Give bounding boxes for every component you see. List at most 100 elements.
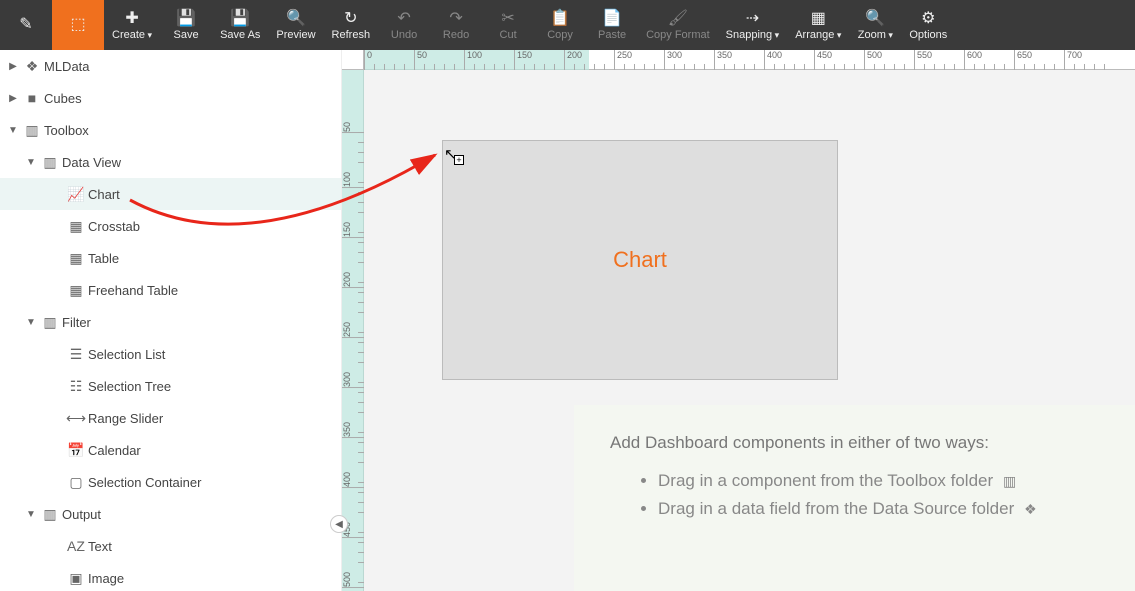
Preview-icon: 🔍 bbox=[286, 9, 306, 27]
toolbar-arrange-button[interactable]: ▦Arrange bbox=[787, 0, 849, 50]
canvas[interactable]: Chart ↖+ Add Dashboard components in eit… bbox=[364, 70, 1135, 591]
datasource-icon: ❖ bbox=[1020, 501, 1036, 517]
tree-item-table[interactable]: ▦Table bbox=[0, 242, 341, 274]
tree-icon: ▥ bbox=[22, 122, 42, 139]
tree-label: Text bbox=[86, 539, 341, 554]
app-icon: ✎ bbox=[19, 15, 32, 33]
tree-item-data-view[interactable]: ▼▥Data View bbox=[0, 146, 341, 178]
toolbar-zoom-button[interactable]: 🔍Zoom bbox=[849, 0, 901, 50]
tree-icon: ▦ bbox=[66, 218, 86, 235]
app-icon: ⬚ bbox=[70, 15, 85, 33]
tree-item-image[interactable]: ▣Image bbox=[0, 562, 341, 591]
tree-icon: ▦ bbox=[66, 250, 86, 267]
Create-icon: ✚ bbox=[125, 9, 138, 27]
tree-item-text[interactable]: AZText bbox=[0, 530, 341, 562]
tree-icon: ▥ bbox=[40, 154, 60, 171]
toolbar-refresh-button[interactable]: ↻Refresh bbox=[324, 0, 379, 50]
tree-icon: ▥ bbox=[40, 314, 60, 331]
tree-item-selection-tree[interactable]: ☷Selection Tree bbox=[0, 370, 341, 402]
tree-item-mldata[interactable]: ▶❖MLData bbox=[0, 50, 341, 82]
caret-icon: ▶ bbox=[4, 93, 22, 104]
tree-label: Selection Container bbox=[86, 475, 341, 490]
ruler-corner bbox=[342, 50, 364, 70]
tree-label: Freehand Table bbox=[86, 283, 341, 298]
Zoom-icon: 🔍 bbox=[865, 9, 885, 27]
Options-icon: ⚙ bbox=[921, 9, 935, 27]
toolbar-undo-button[interactable]: ↶Undo bbox=[378, 0, 430, 50]
tree-label: Chart bbox=[86, 187, 341, 202]
Save As-icon: 💾 bbox=[230, 9, 250, 27]
tree-label: Range Slider bbox=[86, 411, 341, 426]
tree-item-filter[interactable]: ▼▥Filter bbox=[0, 306, 341, 338]
tree-label: Selection Tree bbox=[86, 379, 341, 394]
tree-item-range-slider[interactable]: ⟷Range Slider bbox=[0, 402, 341, 434]
tree-icon: ☷ bbox=[66, 378, 86, 395]
Save-icon: 💾 bbox=[176, 9, 196, 27]
Copy Format-icon: 🖌 bbox=[668, 9, 688, 27]
toolbar-icon-button[interactable]: ✎ bbox=[0, 0, 52, 50]
tree-icon: ▦ bbox=[66, 282, 86, 299]
caret-icon: ▼ bbox=[22, 157, 40, 168]
tree-icon: ▥ bbox=[40, 506, 60, 523]
toolbar-cut-button[interactable]: ✂Cut bbox=[482, 0, 534, 50]
tree-label: Output bbox=[60, 507, 341, 522]
tree-item-freehand-table[interactable]: ▦Freehand Table bbox=[0, 274, 341, 306]
tree-item-output[interactable]: ▼▥Output bbox=[0, 498, 341, 530]
help-bullet: Drag in a component from the Toolbox fol… bbox=[658, 471, 1099, 491]
ruler-horizontal: 0501001502002503003504004505005506006507… bbox=[364, 50, 1135, 70]
toolbar-redo-button[interactable]: ↷Redo bbox=[430, 0, 482, 50]
tree-label: Cubes bbox=[42, 91, 341, 106]
Paste-icon: 📄 bbox=[602, 9, 622, 27]
tree-item-selection-container[interactable]: ▢Selection Container bbox=[0, 466, 341, 498]
tree-icon: ❖ bbox=[22, 58, 42, 75]
tree-label: Calendar bbox=[86, 443, 341, 458]
toolbar-icon-button[interactable]: ⬚ bbox=[52, 0, 104, 50]
Redo-icon: ↷ bbox=[449, 9, 462, 27]
Cut-icon: ✂ bbox=[501, 9, 514, 27]
toolbar-preview-button[interactable]: 🔍Preview bbox=[268, 0, 323, 50]
tree-label: Table bbox=[86, 251, 341, 266]
collapse-sidebar-button[interactable]: ◀ bbox=[330, 515, 348, 533]
tree-item-calendar[interactable]: 📅Calendar bbox=[0, 434, 341, 466]
tree-label: Data View bbox=[60, 155, 341, 170]
Copy-icon: 📋 bbox=[550, 9, 570, 27]
tree-label: Selection List bbox=[86, 347, 341, 362]
tree-item-selection-list[interactable]: ☰Selection List bbox=[0, 338, 341, 370]
tree-label: Image bbox=[86, 571, 341, 586]
toolbar-copy-format-button[interactable]: 🖌Copy Format bbox=[638, 0, 718, 50]
tree-item-chart[interactable]: 📈Chart bbox=[0, 178, 341, 210]
Undo-icon: ↶ bbox=[397, 9, 410, 27]
tree-icon: ▢ bbox=[66, 474, 86, 491]
chart-placeholder-label: Chart bbox=[613, 247, 667, 273]
main-toolbar: ✎ ⬚ ✚Create💾Save💾Save As🔍Preview↻Refresh↶U… bbox=[0, 0, 1135, 50]
toolbar-snapping-button[interactable]: ⇢Snapping bbox=[718, 0, 788, 50]
sidebar-tree[interactable]: ▶❖MLData▶■Cubes▼▥Toolbox▼▥Data View📈Char… bbox=[0, 50, 342, 591]
toolbar-paste-button[interactable]: 📄Paste bbox=[586, 0, 638, 50]
tree-item-cubes[interactable]: ▶■Cubes bbox=[0, 82, 341, 114]
help-title: Add Dashboard components in either of tw… bbox=[610, 433, 1099, 453]
tree-label: Toolbox bbox=[42, 123, 341, 138]
Snapping-icon: ⇢ bbox=[746, 9, 759, 27]
tree-icon: ■ bbox=[22, 90, 42, 106]
tree-item-crosstab[interactable]: ▦Crosstab bbox=[0, 210, 341, 242]
canvas-area[interactable]: 0501001502002503003504004505005506006507… bbox=[342, 50, 1135, 591]
tree-item-toolbox[interactable]: ▼▥Toolbox bbox=[0, 114, 341, 146]
toolbar-options-button[interactable]: ⚙Options bbox=[901, 0, 955, 50]
tree-icon: 📅 bbox=[66, 442, 86, 459]
help-panel: Add Dashboard components in either of tw… bbox=[574, 405, 1135, 591]
toolbox-icon: ▥ bbox=[999, 473, 1016, 489]
toolbar-save-button[interactable]: 💾Save bbox=[160, 0, 212, 50]
tree-icon: ☰ bbox=[66, 346, 86, 363]
toolbar-copy-button[interactable]: 📋Copy bbox=[534, 0, 586, 50]
Arrange-icon: ▦ bbox=[811, 9, 826, 27]
toolbar-save-as-button[interactable]: 💾Save As bbox=[212, 0, 268, 50]
toolbar-create-button[interactable]: ✚Create bbox=[104, 0, 160, 50]
ruler-vertical: 50100150200250300350400450500 bbox=[342, 70, 364, 591]
chart-placeholder[interactable]: Chart bbox=[442, 140, 838, 380]
tree-icon: AZ bbox=[66, 538, 86, 554]
tree-icon: 📈 bbox=[66, 186, 86, 203]
tree-label: Filter bbox=[60, 315, 341, 330]
caret-icon: ▶ bbox=[4, 61, 22, 72]
help-bullet: Drag in a data field from the Data Sourc… bbox=[658, 499, 1099, 519]
caret-icon: ▼ bbox=[4, 125, 22, 136]
